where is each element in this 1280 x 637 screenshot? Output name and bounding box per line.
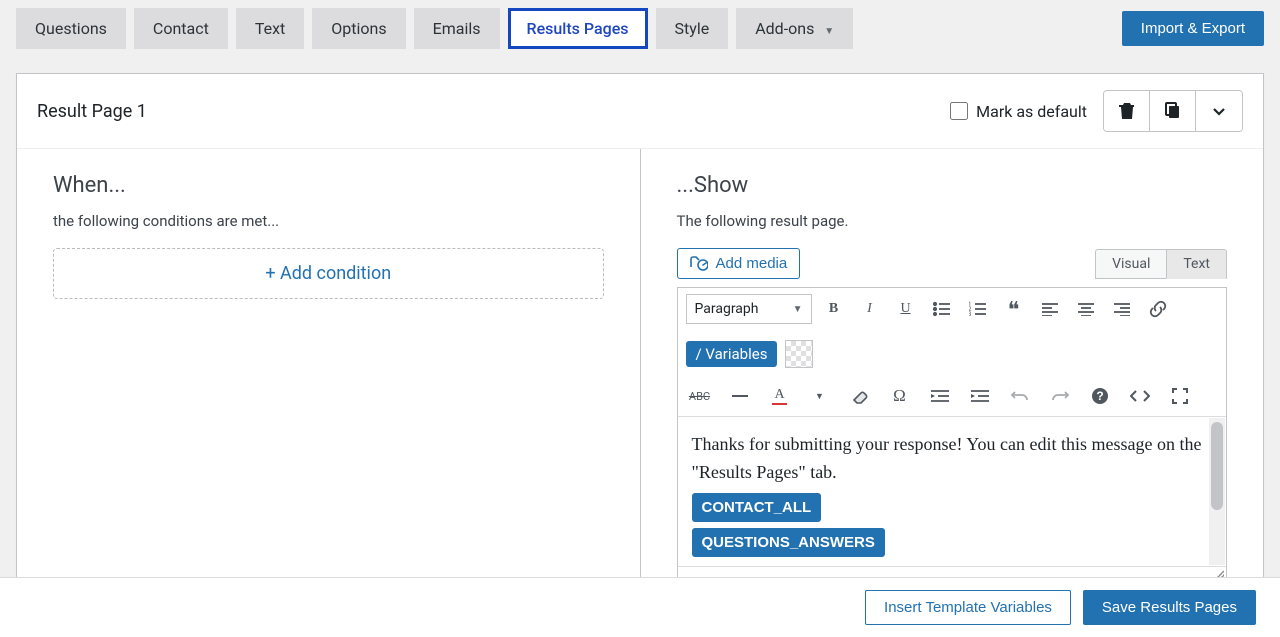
help-button[interactable]: ? — [1086, 382, 1114, 410]
align-right-button[interactable] — [1108, 295, 1136, 323]
align-left-button[interactable] — [1036, 295, 1064, 323]
align-left-icon — [1042, 302, 1058, 316]
when-heading: When... — [53, 173, 604, 198]
numbered-list-button[interactable]: 123 — [964, 295, 992, 323]
delete-button[interactable] — [1104, 91, 1150, 131]
numbered-list-icon: 123 — [969, 301, 987, 317]
chevron-down-icon — [1210, 102, 1228, 120]
svg-text:3: 3 — [969, 311, 971, 317]
when-subtext: the following conditions are met... — [53, 212, 604, 230]
tab-emails[interactable]: Emails — [414, 8, 500, 49]
add-media-label: Add media — [716, 255, 788, 272]
indent-button[interactable] — [966, 382, 994, 410]
redo-button[interactable] — [1046, 382, 1074, 410]
scrollbar-thumb[interactable] — [1211, 422, 1223, 510]
add-condition-button[interactable]: + Add condition — [53, 248, 604, 299]
media-icon — [690, 256, 708, 272]
fullscreen-button[interactable] — [1166, 382, 1194, 410]
when-column: When... the following conditions are met… — [17, 149, 641, 605]
add-media-button[interactable]: Add media — [677, 248, 801, 279]
mark-default-label[interactable]: Mark as default — [950, 102, 1087, 121]
variables-button[interactable]: / Variables — [686, 341, 778, 367]
quote-icon: ❝ — [1008, 304, 1020, 315]
format-select[interactable]: Paragraph ▼ — [686, 294, 812, 324]
show-subtext: The following result page. — [677, 212, 1228, 230]
text-color-menu-button[interactable]: ▼ — [806, 382, 834, 410]
save-results-pages-button[interactable]: Save Results Pages — [1083, 590, 1256, 625]
card-header: Result Page 1 Mark as default — [17, 74, 1263, 149]
blockquote-button[interactable]: ❝ — [1000, 295, 1028, 323]
insert-template-variables-button[interactable]: Insert Template Variables — [865, 590, 1071, 625]
strike-icon: ABC — [689, 390, 710, 403]
card-title: Result Page 1 — [37, 101, 147, 122]
underline-button[interactable]: U — [892, 295, 920, 323]
clear-formatting-button[interactable] — [846, 382, 874, 410]
align-center-icon — [1078, 302, 1094, 316]
redo-icon — [1051, 388, 1069, 404]
tab-questions[interactable]: Questions — [16, 8, 126, 49]
align-center-button[interactable] — [1072, 295, 1100, 323]
omega-icon: Ω — [893, 386, 906, 406]
mark-default-text: Mark as default — [976, 102, 1087, 121]
editor-tab-text[interactable]: Text — [1166, 249, 1227, 279]
outdent-button[interactable] — [926, 382, 954, 410]
bold-button[interactable]: B — [820, 295, 848, 323]
help-icon: ? — [1091, 387, 1109, 405]
bullet-list-button[interactable] — [928, 295, 956, 323]
strikethrough-button[interactable]: ABC — [686, 382, 714, 410]
undo-icon — [1011, 388, 1029, 404]
outdent-icon — [931, 389, 949, 403]
code-button[interactable] — [1126, 382, 1154, 410]
link-icon — [1149, 300, 1167, 318]
show-column: ...Show The following result page. Add m… — [641, 149, 1264, 605]
mark-default-checkbox[interactable] — [950, 102, 968, 120]
caret-down-icon: ▼ — [793, 304, 803, 315]
tab-options[interactable]: Options — [312, 8, 405, 49]
tab-addons-label: Add-ons — [755, 19, 814, 38]
indent-icon — [971, 389, 989, 403]
editor-text: Thanks for submitting your response! You… — [692, 434, 1202, 482]
tab-addons[interactable]: Add-ons ▼ — [736, 8, 853, 49]
code-icon — [1130, 389, 1150, 403]
link-button[interactable] — [1144, 295, 1172, 323]
format-select-value: Paragraph — [695, 301, 759, 317]
result-page-card: Result Page 1 Mark as default When... th… — [16, 73, 1264, 606]
tab-text[interactable]: Text — [236, 8, 304, 49]
tab-results-pages[interactable]: Results Pages — [508, 8, 648, 49]
align-right-icon — [1114, 302, 1130, 316]
italic-button[interactable]: I — [856, 295, 884, 323]
editor-textarea[interactable]: Thanks for submitting your response! You… — [678, 417, 1227, 566]
tab-bar: Questions Contact Text Options Emails Re… — [0, 0, 1280, 57]
tab-style[interactable]: Style — [656, 8, 729, 49]
caret-down-icon: ▼ — [815, 391, 824, 402]
tab-contact[interactable]: Contact — [134, 8, 228, 49]
copy-icon — [1165, 102, 1181, 120]
special-char-button[interactable]: Ω — [886, 382, 914, 410]
editor-tab-visual[interactable]: Visual — [1095, 249, 1166, 279]
editor-scrollbar[interactable] — [1209, 418, 1225, 565]
hr-icon — [732, 395, 748, 397]
editor-toolbar: Paragraph ▼ B I U 123 ❝ — [678, 288, 1227, 417]
show-heading: ...Show — [677, 173, 1228, 198]
variable-token-questions[interactable]: QUESTIONS_ANSWERS — [692, 528, 885, 557]
editor: Paragraph ▼ B I U 123 ❝ — [677, 287, 1228, 581]
color-swatch[interactable] — [785, 340, 813, 368]
svg-text:?: ? — [1096, 389, 1103, 403]
footer: Insert Template Variables Save Results P… — [0, 577, 1280, 637]
bullet-list-icon — [933, 301, 951, 317]
trash-icon — [1119, 102, 1135, 120]
import-export-button[interactable]: Import & Export — [1122, 11, 1264, 46]
caret-down-icon: ▼ — [824, 26, 834, 37]
eraser-icon — [851, 388, 869, 404]
editor-tabs: Visual Text — [1095, 249, 1227, 279]
card-action-group — [1103, 90, 1243, 132]
text-color-button[interactable]: A — [766, 382, 794, 410]
undo-button[interactable] — [1006, 382, 1034, 410]
variable-token-contact[interactable]: CONTACT_ALL — [692, 493, 822, 522]
duplicate-button[interactable] — [1150, 91, 1196, 131]
hr-button[interactable] — [726, 382, 754, 410]
collapse-button[interactable] — [1196, 91, 1242, 131]
text-color-icon: A — [772, 387, 786, 405]
fullscreen-icon — [1172, 388, 1188, 404]
